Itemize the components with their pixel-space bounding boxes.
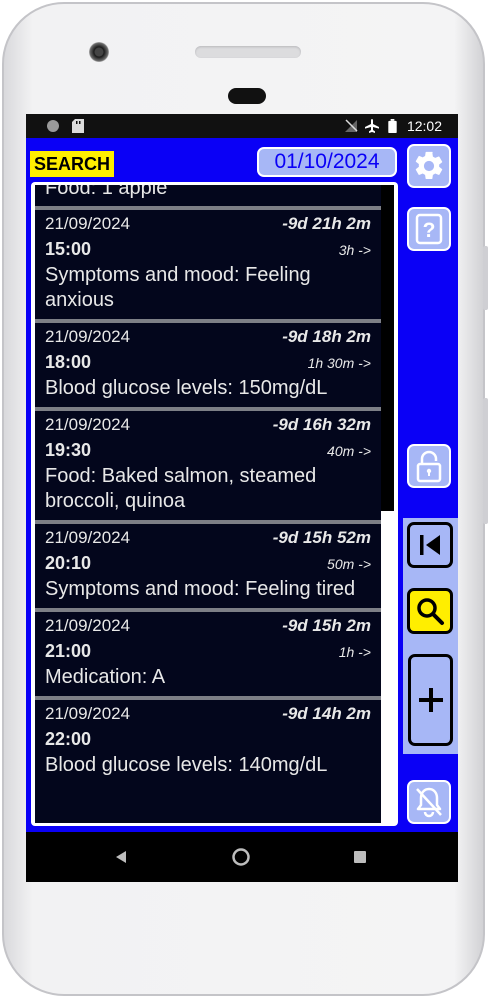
entry-description: Symptoms and mood: Feeling tired — [45, 578, 356, 600]
navigation-panel — [403, 518, 458, 754]
entry-delta: -9d 15h 2m — [282, 616, 371, 635]
entry-time: 22:00 — [45, 729, 92, 749]
unlock-icon — [416, 450, 442, 483]
lock-button[interactable] — [407, 444, 451, 488]
question-icon: ? — [415, 213, 443, 245]
settings-button[interactable] — [407, 144, 451, 188]
plus-icon — [418, 688, 443, 712]
skip-to-start-icon — [420, 535, 440, 555]
system-navigation-bar — [26, 832, 458, 882]
front-camera — [89, 42, 109, 62]
entry-duration: 40m -> — [327, 443, 371, 459]
help-button[interactable]: ? — [407, 207, 451, 251]
entry-delta: -9d 18h 2m — [282, 327, 371, 346]
date-button[interactable]: 01/10/2024 — [257, 147, 397, 177]
list-item[interactable]: 21/09/2024 -9d 21h 2m 15:00 3h -> Symptoms… — [35, 206, 381, 319]
power-button — [483, 398, 488, 524]
gear-icon — [415, 151, 443, 180]
entry-description: Symptoms and mood: Feeling anxious — [45, 264, 311, 311]
list-item-partial[interactable]: Food: 1 apple — [35, 185, 381, 206]
entry-delta: -9d 21h 2m — [282, 214, 371, 233]
entry-duration: 3h -> — [338, 242, 371, 258]
list-item[interactable]: 21/09/2024 -9d 18h 2m 18:00 1h 30m -> Bloo… — [35, 319, 381, 407]
no-signal-icon — [345, 119, 358, 132]
notifications-button[interactable] — [407, 780, 451, 824]
entry-date: 21/09/2024 — [45, 528, 131, 547]
entry-time: 18:00 — [45, 352, 92, 372]
proximity-sensor — [228, 88, 266, 104]
home-icon[interactable] — [231, 847, 251, 867]
magnifier-icon — [417, 598, 444, 625]
svg-text:?: ? — [423, 219, 436, 242]
entry-date: 21/09/2024 — [45, 704, 131, 723]
entry-date: 21/09/2024 — [45, 327, 131, 346]
entry-delta: -9d 14h 2m — [282, 704, 371, 723]
entry-time: 19:30 — [45, 440, 92, 460]
recents-icon[interactable] — [354, 851, 366, 863]
entry-date: 21/09/2024 — [45, 616, 131, 635]
entry-time: 15:00 — [45, 239, 92, 259]
entry-description: Food: Baked salmon, steamed broccoli, qu… — [45, 465, 317, 512]
entry-delta: -9d 15h 52m — [272, 528, 371, 547]
volume-button — [483, 246, 488, 310]
earpiece-speaker — [195, 46, 301, 58]
entry-time: 20:10 — [45, 553, 92, 573]
bell-off-icon — [416, 787, 442, 818]
entry-description: Blood glucose levels: 140mg/dL — [45, 754, 328, 776]
entry-duration: 50m -> — [327, 556, 371, 572]
app-screen: 12:02 SEARCH 01/10/2024 ? Food: 1 apple … — [26, 114, 458, 882]
log-list-container: Food: 1 apple 21/09/2024 -9d 21h 2m 15:00… — [31, 182, 398, 826]
entry-date: 21/09/2024 — [45, 214, 131, 233]
list-item[interactable]: 21/09/2024 -9d 16h 32m 19:30 40m -> Food: … — [35, 407, 381, 520]
circle-notification-icon — [47, 120, 59, 132]
entry-description: Blood glucose levels: 150mg/dL — [45, 377, 328, 399]
list-item[interactable]: 21/09/2024 -9d 15h 52m 20:10 50m -> Sympto… — [35, 520, 381, 608]
search-button[interactable] — [407, 588, 453, 634]
log-list[interactable]: Food: 1 apple 21/09/2024 -9d 21h 2m 15:00… — [35, 185, 381, 823]
first-entry-button[interactable] — [407, 522, 453, 568]
entry-delta: -9d 16h 32m — [272, 415, 371, 434]
scrollbar[interactable] — [381, 185, 394, 511]
list-item[interactable]: 21/09/2024 -9d 15h 2m 21:00 1h -> Medicati… — [35, 608, 381, 696]
entry-date: 21/09/2024 — [45, 415, 131, 434]
search-label[interactable]: SEARCH — [30, 151, 115, 177]
battery-icon — [388, 119, 397, 133]
entry-duration: 1h 30m -> — [307, 355, 371, 371]
status-bar: 12:02 — [26, 114, 458, 138]
status-time: 12:02 — [406, 118, 442, 134]
entry-time: 21:00 — [45, 641, 92, 661]
airplane-icon — [365, 119, 379, 133]
list-item[interactable]: 21/09/2024 -9d 14h 2m 22:00 Blood glucose… — [35, 696, 381, 784]
entry-description: Medication: A — [45, 666, 166, 688]
add-entry-button[interactable] — [408, 654, 453, 746]
entry-description: Food: 1 apple — [45, 185, 168, 199]
log-entries: Food: 1 apple 21/09/2024 -9d 21h 2m 15:00… — [35, 185, 381, 784]
sd-card-icon — [72, 119, 84, 133]
back-icon[interactable] — [115, 850, 127, 864]
entry-duration: 1h -> — [338, 644, 371, 660]
